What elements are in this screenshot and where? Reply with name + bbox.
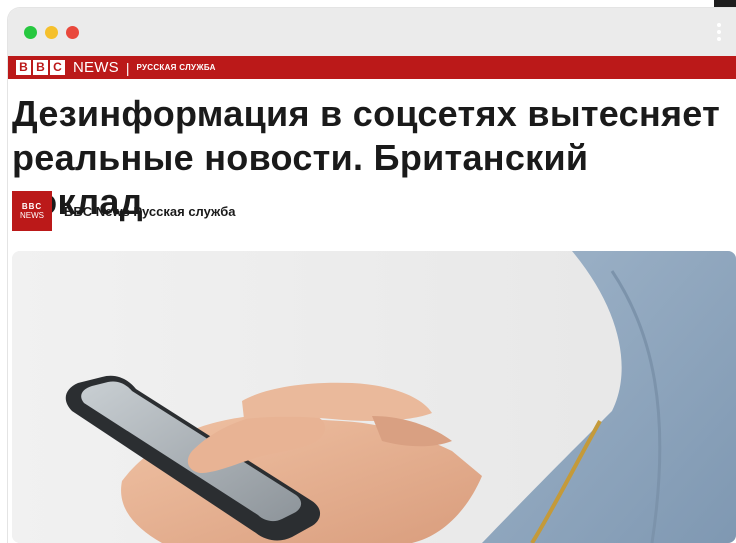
hands-holding-smartphone-image bbox=[12, 251, 736, 543]
hero-illustration bbox=[12, 251, 736, 543]
author-avatar: BBC NEWS bbox=[12, 191, 52, 231]
masthead-separator: | bbox=[125, 59, 130, 76]
bbc-logo-letter: B bbox=[33, 60, 48, 75]
window-control-green[interactable] bbox=[24, 26, 37, 39]
window-control-yellow[interactable] bbox=[45, 26, 58, 39]
bbc-logo-letter: C bbox=[50, 60, 65, 75]
bbc-masthead[interactable]: B B C NEWS | РУССКАЯ СЛУЖБА bbox=[8, 56, 736, 79]
title-bar bbox=[8, 8, 736, 56]
avatar-line-1: BBC bbox=[21, 202, 43, 211]
bbc-logo-letter: B bbox=[16, 60, 31, 75]
avatar-line-2: NEWS bbox=[20, 211, 44, 220]
author-name: BBC News Русская служба bbox=[64, 203, 236, 219]
app-window: B B C NEWS | РУССКАЯ СЛУЖБА Дезинформаци… bbox=[8, 8, 736, 543]
bbc-logo: B B C bbox=[16, 60, 67, 75]
window-control-red[interactable] bbox=[66, 26, 79, 39]
kebab-menu-icon[interactable] bbox=[714, 21, 724, 43]
bbc-news-wordmark: NEWS bbox=[73, 59, 119, 76]
author-byline[interactable]: BBC NEWS BBC News Русская служба bbox=[12, 191, 236, 231]
service-name: РУССКАЯ СЛУЖБА bbox=[136, 63, 216, 72]
